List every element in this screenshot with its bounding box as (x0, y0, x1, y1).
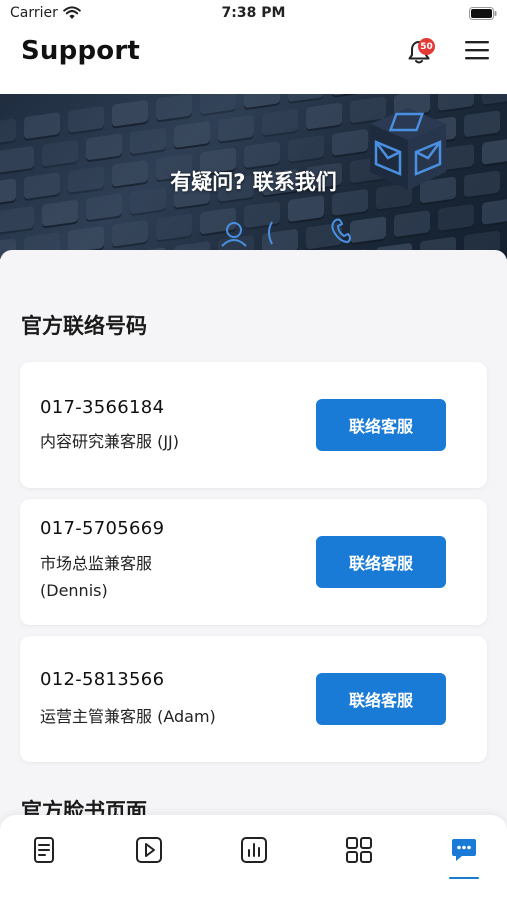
banner-headline: 有疑问? 联系我们 (170, 170, 337, 194)
contact-name: 内容研究兼客服 (JJ) (40, 432, 180, 451)
contact-phone: 017-3566184 (40, 397, 165, 418)
contact-phone: 012-5813566 (40, 669, 165, 690)
keyboard-key (24, 112, 60, 140)
contact-support-button[interactable]: 联络客服 (316, 399, 446, 451)
keyboard-key (262, 108, 298, 136)
keyboard-key (156, 94, 192, 121)
keyboard-key (0, 118, 16, 146)
keyboard-key (112, 219, 148, 247)
chat-icon (452, 839, 476, 861)
keyboard-key (244, 141, 280, 169)
keyboard-key (332, 128, 368, 156)
tab-stats[interactable] (239, 835, 269, 865)
status-bar: Carrier 7:38 PM (0, 0, 507, 28)
keyboard-key (464, 110, 500, 138)
tab-videos[interactable] (134, 835, 164, 865)
battery-icon (469, 7, 497, 20)
contact-card: 012-5813566 运营主管兼客服 (Adam) 联络客服 (20, 636, 487, 762)
section-title: 官方联络号码 (21, 314, 147, 338)
keyboard-key (482, 137, 507, 165)
tab-documents[interactable] (29, 835, 59, 865)
keyboard-key (218, 114, 254, 142)
page-title: Support (21, 36, 140, 66)
keyboard-key (394, 210, 430, 238)
keyboard-key (68, 225, 104, 253)
grid-icon (346, 837, 372, 863)
keyboard-key (130, 127, 166, 155)
bar-chart-icon (241, 837, 267, 863)
keyboard-key (174, 121, 210, 149)
active-tab-indicator (449, 877, 479, 879)
keyboard-key (438, 203, 474, 231)
contact-phone: 017-5705669 (40, 518, 165, 539)
clock: 7:38 PM (221, 5, 286, 21)
app-header: Support 50 (0, 28, 507, 94)
bottom-tab-bar (0, 815, 507, 900)
keyboard-key (482, 197, 507, 225)
keyboard-key (306, 102, 342, 130)
keyboard-key (288, 135, 324, 163)
contact-support-button[interactable]: 联络客服 (316, 536, 446, 588)
keyboard-key (86, 133, 122, 161)
contact-card: 017-3566184 内容研究兼客服 (JJ) 联络客服 (20, 362, 487, 488)
keyboard-key (42, 199, 78, 227)
keyboard-key (0, 205, 34, 233)
contact-name: 市场总监兼客服 (Dennis) (40, 554, 153, 600)
hamburger-menu-icon[interactable] (464, 39, 490, 61)
content-sheet: 官方联络号码 017-3566184 内容研究兼客服 (JJ) 联络客服 017… (0, 250, 507, 900)
document-icon (34, 837, 54, 863)
keyboard-key (42, 139, 78, 167)
keyboard-key (482, 94, 507, 105)
keyboard-key (288, 94, 324, 103)
tab-support[interactable] (449, 835, 479, 865)
notification-badge: 50 (418, 38, 435, 55)
keyboard-key (68, 105, 104, 133)
tab-apps[interactable] (344, 835, 374, 865)
contact-support-button[interactable]: 联络客服 (316, 673, 446, 725)
video-play-icon (136, 837, 162, 863)
contact-methods-icons (221, 218, 351, 247)
keyboard-key (112, 99, 148, 127)
keyboard-key (156, 213, 192, 241)
keyboard-key (200, 94, 236, 115)
keyboard-key (332, 94, 368, 96)
contact-card: 017-5705669 市场总监兼客服 (Dennis) 联络客服 (20, 499, 487, 625)
keyboard-key (86, 193, 122, 221)
contact-banner: 有疑问? 联系我们 (0, 94, 507, 259)
keyboard-key (244, 94, 280, 109)
contact-name: 运营主管兼客服 (Adam) (40, 707, 216, 726)
